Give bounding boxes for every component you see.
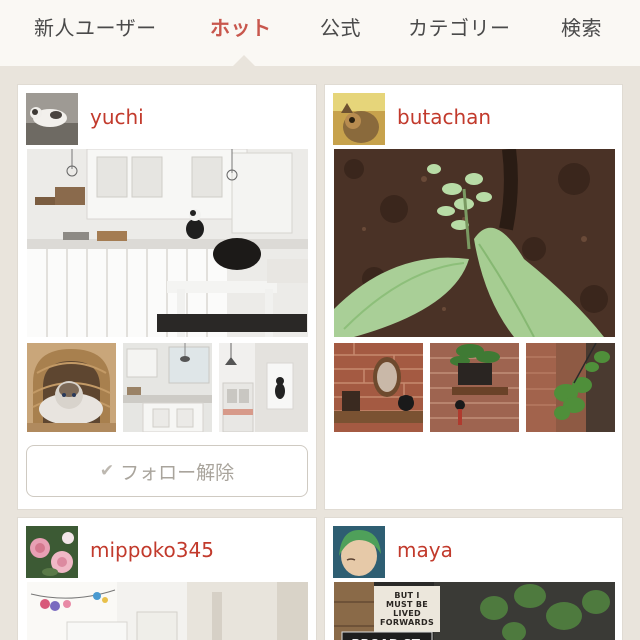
tab-search[interactable]: 検索 — [561, 12, 602, 41]
post-thumbnail[interactable] — [27, 343, 116, 432]
sign-line: BUT I — [394, 591, 420, 600]
check-icon: ✔ — [99, 461, 115, 481]
sign-line: FORWARDS — [379, 618, 435, 627]
post-thumbnail[interactable] — [334, 343, 423, 432]
post-thumbnail[interactable] — [219, 343, 308, 432]
username[interactable]: butachan — [397, 105, 491, 129]
avatar[interactable] — [333, 93, 385, 145]
post-thumbnail[interactable] — [526, 343, 615, 432]
avatar[interactable] — [26, 526, 78, 578]
active-tab-indicator — [233, 55, 255, 66]
post-main-photo[interactable] — [27, 149, 308, 337]
avatar[interactable] — [333, 526, 385, 578]
tab-new-users[interactable]: 新人ユーザー — [34, 12, 157, 41]
street-sign: BROAD ST. — [342, 632, 432, 640]
post-main-photo[interactable] — [27, 582, 308, 640]
username[interactable]: mippoko345 — [90, 538, 214, 562]
tab-hot[interactable]: ホット — [210, 12, 272, 41]
tab-category[interactable]: カテゴリー — [408, 12, 511, 41]
sign-line: LIVED — [393, 609, 421, 618]
sign-line: MUST BE — [385, 600, 429, 609]
tab-official[interactable]: 公式 — [320, 12, 361, 41]
post-card-mippoko345: mippoko345 — [17, 517, 317, 640]
avatar[interactable] — [26, 93, 78, 145]
post-main-photo[interactable]: BUT I MUST BE LIVED FORWARDS BROAD ST. — [334, 582, 615, 640]
wall-sign: BUT I MUST BE LIVED FORWARDS — [374, 586, 440, 632]
post-thumbnail[interactable] — [123, 343, 212, 432]
post-thumbnail[interactable] — [430, 343, 519, 432]
post-card-yuchi: yuchi ✔ フォロー解除 — [17, 84, 317, 510]
post-card-maya: maya BUT I MUST BE LIVED FORWARDS BROAD … — [324, 517, 623, 640]
post-main-photo[interactable] — [334, 149, 615, 337]
username[interactable]: yuchi — [90, 105, 144, 129]
post-card-butachan: butachan — [324, 84, 623, 510]
unfollow-label: フォロー解除 — [120, 461, 235, 484]
top-nav: 新人ユーザー ホット 公式 カテゴリー 検索 — [0, 0, 640, 66]
unfollow-button[interactable]: ✔ フォロー解除 — [26, 445, 308, 497]
username[interactable]: maya — [397, 538, 453, 562]
